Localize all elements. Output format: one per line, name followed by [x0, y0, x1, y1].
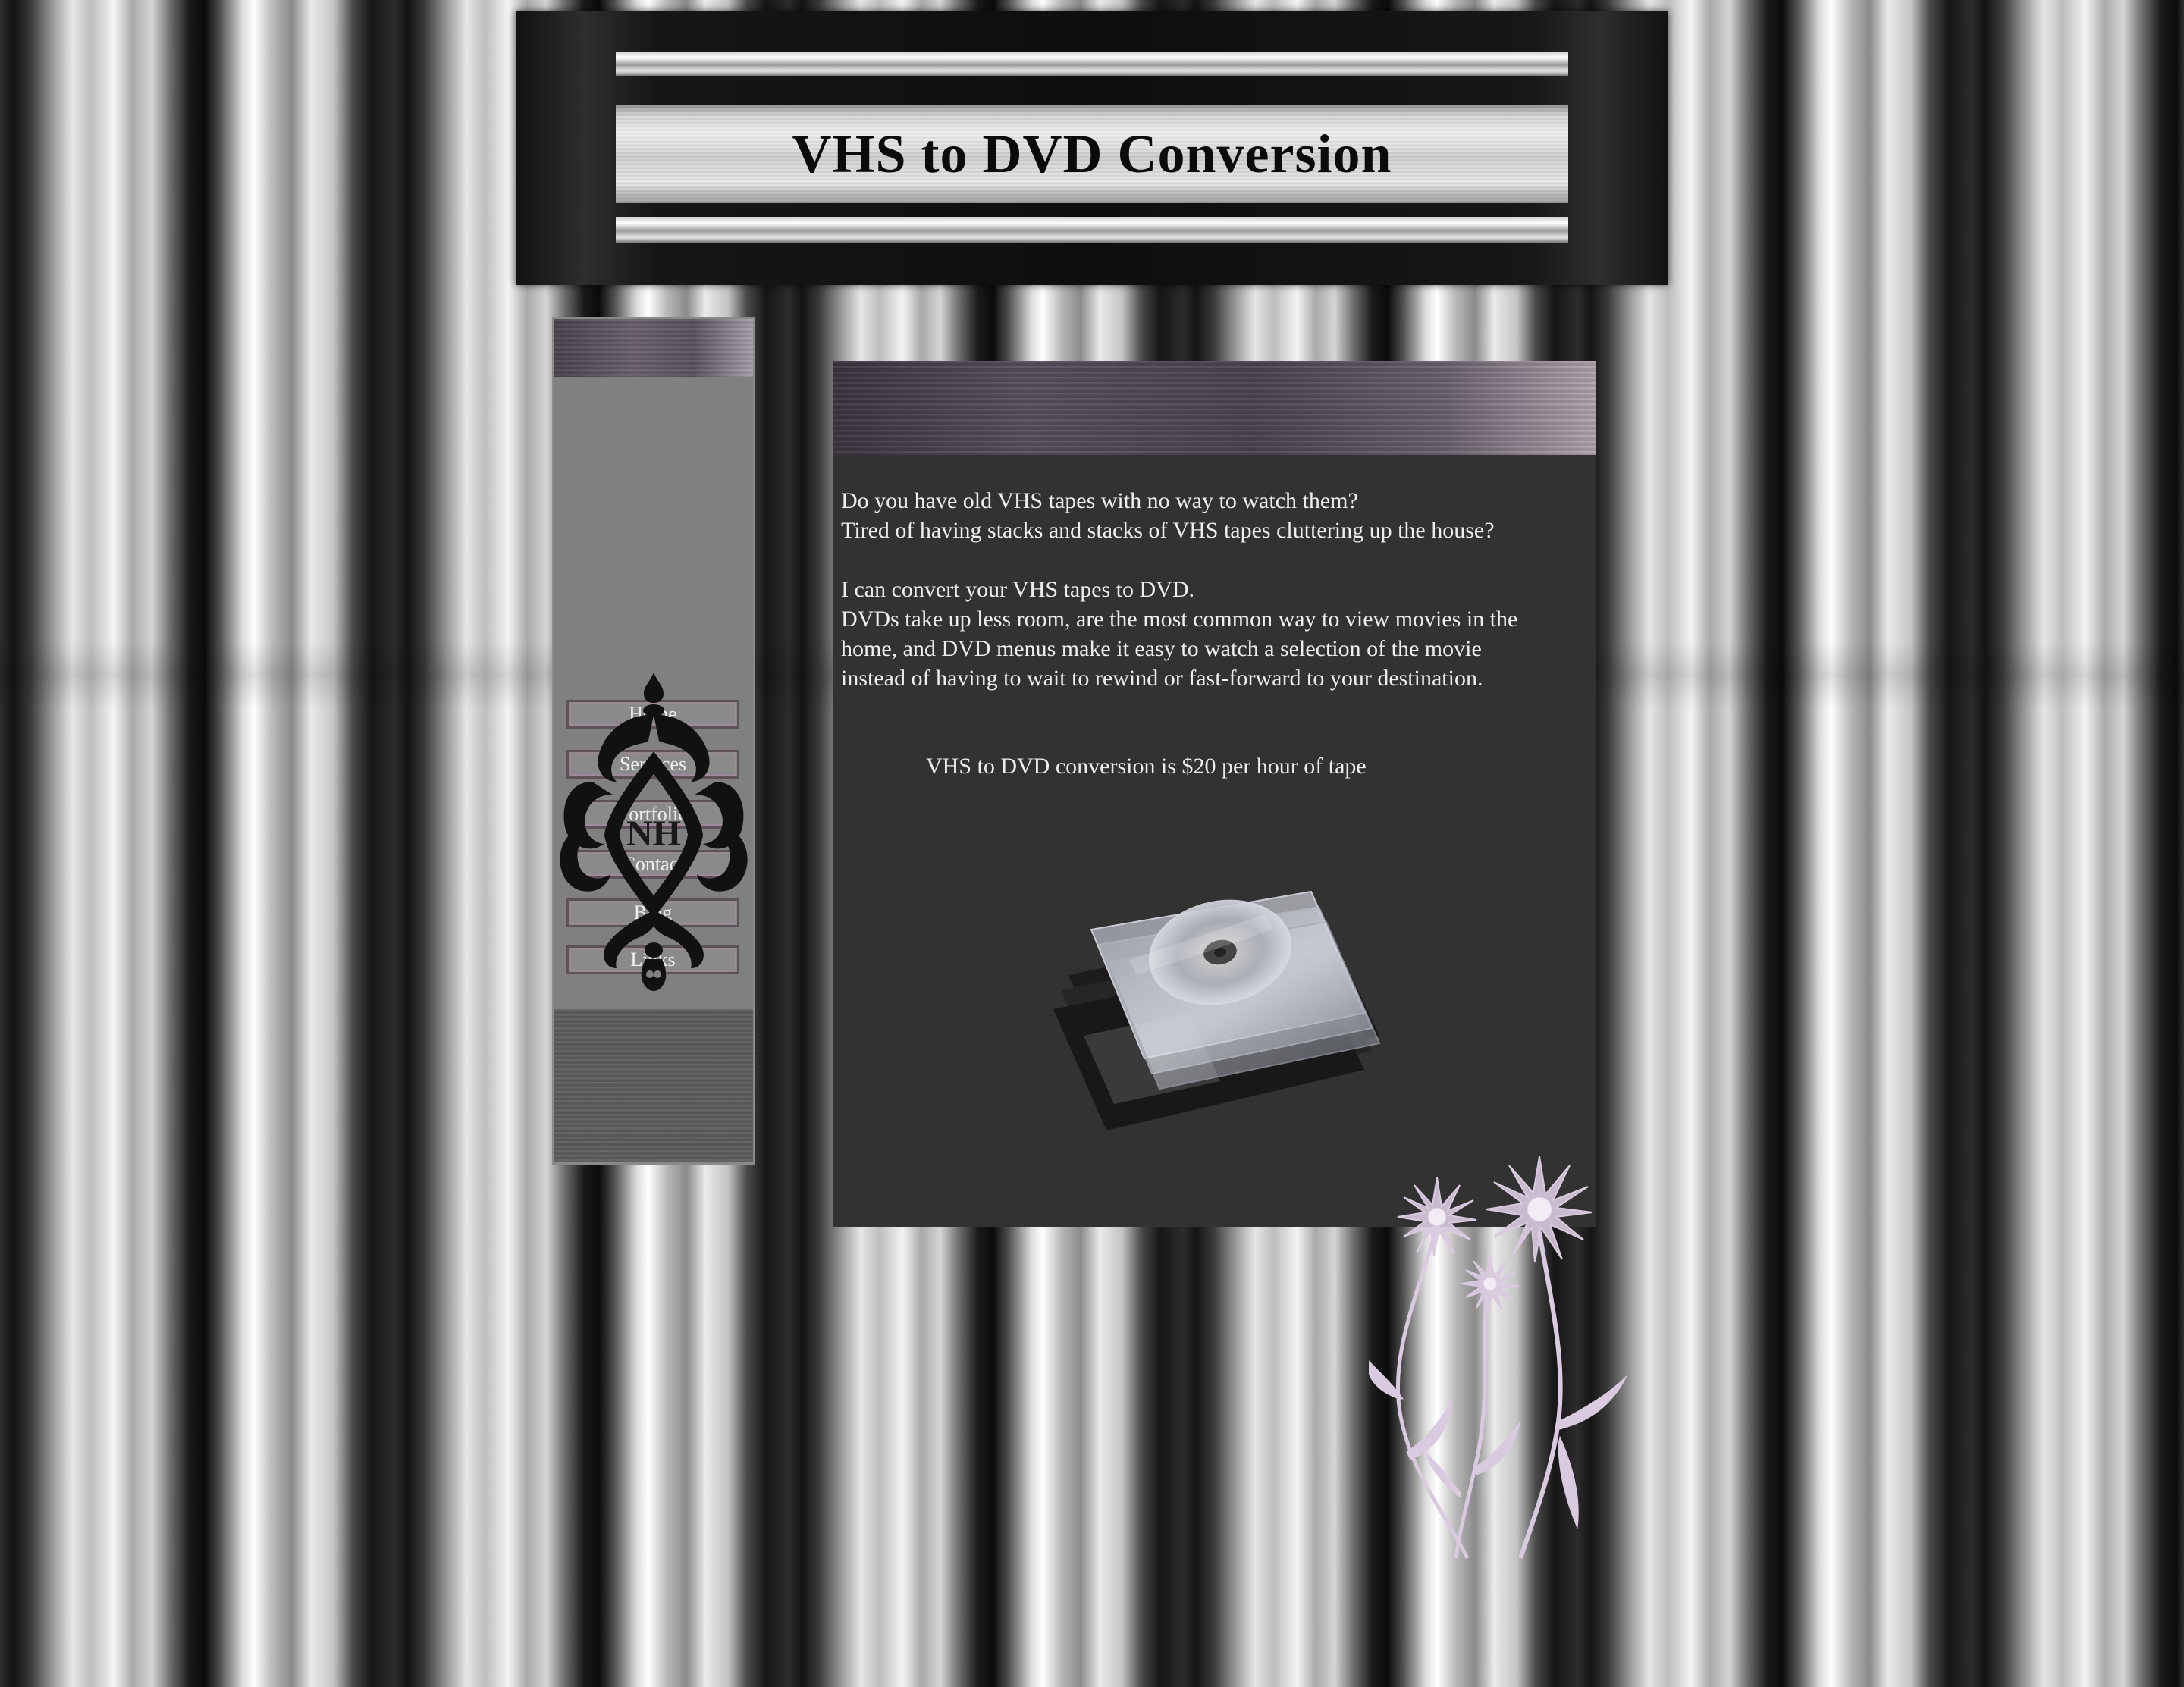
header-stripe-top: [616, 52, 1568, 76]
intro-text: Do you have old VHS tapes with no way to…: [841, 486, 1584, 693]
monogram-logo: NH: [560, 673, 748, 991]
intro-line: Do you have old VHS tapes with no way to…: [841, 488, 1358, 513]
nav-bottom-panel: [554, 1009, 753, 1162]
main-content-panel: Do you have old VHS tapes with no way to…: [833, 361, 1596, 1227]
nav-top-bar: [554, 319, 753, 377]
price-text: VHS to DVD conversion is $20 per hour of…: [926, 754, 1367, 779]
intro-line: Tired of having stacks and stacks of VHS…: [841, 518, 1495, 543]
decorative-flowers: [1369, 1156, 1627, 1560]
vhs-dvd-image: [1053, 890, 1381, 1130]
body-line: DVDs take up less room, are the most com…: [841, 607, 1518, 632]
site-header: VHS to DVD Conversion: [516, 11, 1668, 285]
header-title-band: VHS to DVD Conversion: [616, 105, 1568, 203]
body-line: I can convert your VHS tapes to DVD.: [841, 577, 1195, 602]
content-header-bar: [833, 361, 1596, 455]
logo-monogram-text: NH: [626, 814, 681, 854]
header-stripe-bottom: [616, 217, 1568, 243]
page-title: VHS to DVD Conversion: [792, 123, 1392, 184]
sidebar-nav: Home Services Portfolio Contact Blog Lin…: [552, 317, 755, 1165]
body-line: instead of having to wait to rewind or f…: [841, 666, 1483, 691]
body-line: home, and DVD menus make it easy to watc…: [841, 636, 1482, 661]
